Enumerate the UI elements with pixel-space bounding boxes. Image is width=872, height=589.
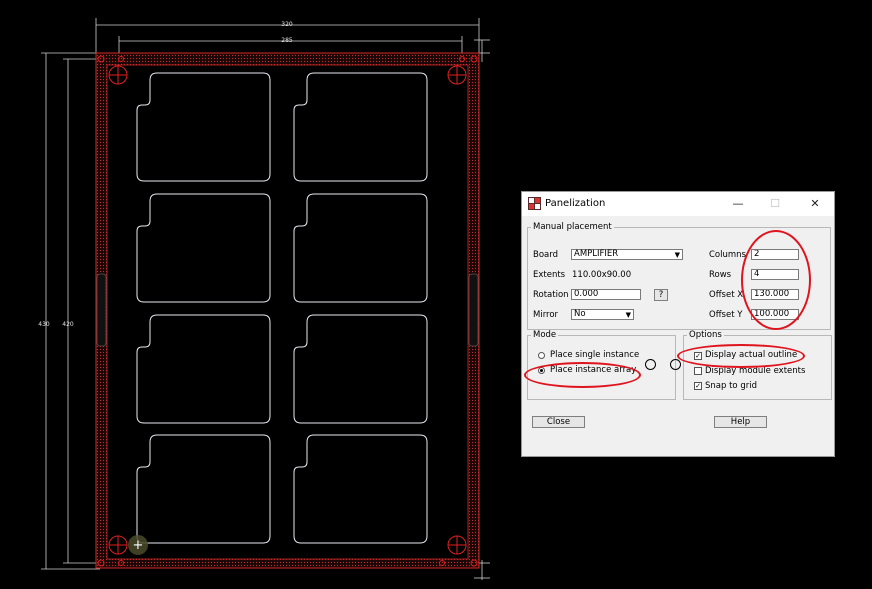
manual-placement-label: Manual placement <box>531 222 614 232</box>
extents-value: 110.00x90.00 <box>572 270 632 280</box>
single-instance-radio[interactable] <box>538 352 545 359</box>
display-extents-checkbox[interactable] <box>694 367 702 375</box>
display-outline-label[interactable]: Display actual outline <box>705 350 797 361</box>
offset-y-input[interactable]: 100.000 <box>751 309 799 320</box>
display-outline-checkbox[interactable]: ✓ <box>694 352 702 360</box>
mirror-select-value: No <box>574 309 586 319</box>
minimize-icon[interactable]: — <box>724 195 752 213</box>
chevron-down-icon: ▼ <box>674 251 680 259</box>
board-label: Board <box>533 250 558 260</box>
board-select[interactable]: AMPLIFIER ▼ <box>571 249 683 260</box>
left-side-tab <box>96 273 107 347</box>
help-button[interactable]: Help <box>714 416 767 428</box>
right-side-tab <box>468 273 479 347</box>
dim-top-inner: 285 <box>281 37 293 44</box>
snap-grid-checkbox[interactable]: ✓ <box>694 382 702 390</box>
stray-radio-1[interactable] <box>645 359 656 370</box>
rows-label: Rows <box>709 270 732 280</box>
offset-x-input[interactable]: 130.000 <box>751 289 799 300</box>
snap-grid-label[interactable]: Snap to grid <box>705 381 757 392</box>
crosshair-cursor-icon: + <box>133 538 144 553</box>
instance-array-label[interactable]: Place instance array <box>550 365 636 376</box>
options-label: Options <box>687 330 724 340</box>
display-extents-label[interactable]: Display module extents <box>705 366 805 377</box>
close-window-icon[interactable]: ✕ <box>801 195 829 213</box>
stray-radio-2[interactable] <box>670 359 681 370</box>
panelization-dialog: Panelization — ☐ ✕ Manual placement Boar… <box>521 191 835 457</box>
mirror-label: Mirror <box>533 310 559 320</box>
offset-x-label: Offset X <box>709 290 744 300</box>
rotation-help-button[interactable]: ? <box>654 289 668 301</box>
single-instance-label[interactable]: Place single instance <box>550 350 639 361</box>
rotation-input[interactable]: 0.000 <box>571 289 641 300</box>
dialog-title: Panelization <box>545 198 606 209</box>
columns-input[interactable]: 2 <box>751 249 799 260</box>
rows-input[interactable]: 4 <box>751 269 799 280</box>
close-button[interactable]: Close <box>532 416 585 428</box>
panel-inner-area <box>106 64 469 560</box>
dim-left-inner: 420 <box>62 321 74 328</box>
dialog-title-bar[interactable]: Panelization — ☐ ✕ <box>522 192 834 216</box>
dim-top-outer: 320 <box>281 21 293 28</box>
dim-left-outer: 430 <box>38 321 50 328</box>
panelization-app-icon <box>528 197 541 210</box>
maximize-icon[interactable]: ☐ <box>761 195 789 213</box>
extents-label: Extents <box>533 270 566 280</box>
rotation-label: Rotation <box>533 290 569 300</box>
instance-array-radio[interactable] <box>538 367 545 374</box>
mode-label: Mode <box>531 330 559 340</box>
chevron-down-icon: ▼ <box>625 311 631 319</box>
mirror-select[interactable]: No ▼ <box>571 309 634 320</box>
offset-y-label: Offset Y <box>709 310 743 320</box>
board-select-value: AMPLIFIER <box>574 249 619 259</box>
columns-label: Columns <box>709 250 746 260</box>
